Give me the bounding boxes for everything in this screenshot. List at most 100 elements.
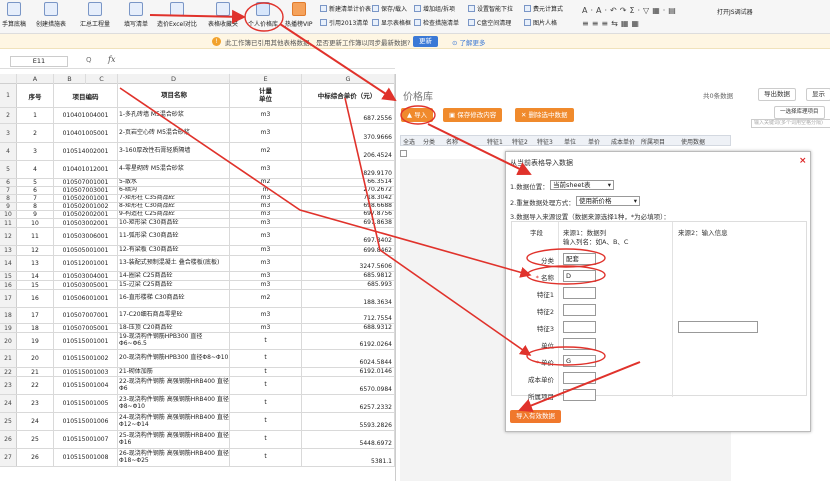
cell-code[interactable]: 010502001002 xyxy=(54,203,118,210)
cell-code[interactable]: 010502002001 xyxy=(54,211,118,218)
cell-name[interactable]: 22-现浇构件钢筋 高强钢筋HRB400 直径Φ6 xyxy=(118,377,230,394)
cell-name[interactable]: 16-直形楼梯 C30商品砼 xyxy=(118,290,230,307)
ribbon-button-excel-compare[interactable]: 造价Excel对比 xyxy=(157,2,197,28)
menu-2013-list[interactable]: 引用2013清单 xyxy=(320,18,368,27)
row-header[interactable]: 16 xyxy=(0,281,17,289)
cell-name[interactable]: 19-现浇构件钢筋HPB300 直径Φ6~Φ6.5 xyxy=(118,333,230,349)
cell-index[interactable]: 12 xyxy=(17,246,54,255)
cell-name[interactable]: 23-现浇构件钢筋 高强钢筋HRB400 直径Φ8~Φ10 xyxy=(118,395,230,412)
cell-name[interactable]: 24-现浇构件钢筋 高强钢筋HRB400 直径Φ12~Φ14 xyxy=(118,413,230,430)
field-column-input[interactable]: D xyxy=(563,270,596,282)
spreadsheet-grid[interactable]: A B C D E G 1 序号 项目编码 项目名称 计量 单位 中标综合单价（元… xyxy=(0,74,395,481)
cell-index[interactable]: 15 xyxy=(17,281,54,289)
ribbon-button-measures[interactable]: 创建措施表 xyxy=(36,2,66,28)
cell-index[interactable]: 26 xyxy=(17,449,54,466)
search-input[interactable]: 输入关键词(多个词用空格分隔) xyxy=(751,119,830,128)
cell-name[interactable]: 26-现浇构件钢筋 高强钢筋HRB400 直径Φ18~Φ25 xyxy=(118,449,230,466)
cell-index[interactable]: 22 xyxy=(17,377,54,394)
row-checkbox[interactable] xyxy=(400,150,407,157)
cell-price[interactable]: 5381.1 xyxy=(302,449,395,466)
cell-name[interactable]: 5-散水 xyxy=(118,179,230,186)
menu-formula[interactable]: 费元计算式 xyxy=(524,4,563,13)
cell-index[interactable]: 19 xyxy=(17,333,54,349)
cell-name[interactable]: 13-装配式预制混凝土 叠合楼板(底板) xyxy=(118,256,230,271)
cell-name[interactable]: 10-矩形梁 C30商品砼 xyxy=(118,219,230,227)
menu-picture[interactable]: 图片人格 xyxy=(524,18,557,27)
cell-unit[interactable]: m3 xyxy=(230,281,302,289)
cell-price[interactable]: 6257.2332 xyxy=(302,395,395,412)
cell-code[interactable]: 010515001007 xyxy=(54,431,118,448)
cell-price[interactable]: 6192.0146 xyxy=(302,368,395,376)
menu-show-frame[interactable]: 显示表格框 xyxy=(372,18,411,27)
cell-code[interactable]: 010515001005 xyxy=(54,395,118,412)
align-tools[interactable]: ≡≡≡⇆▦▦ xyxy=(582,19,642,28)
field-column-input[interactable] xyxy=(563,372,596,384)
cell-index[interactable]: 6 xyxy=(17,187,54,194)
cell-code[interactable]: 010515001003 xyxy=(54,368,118,376)
row-header[interactable]: 6 xyxy=(0,179,17,186)
cell-name[interactable]: 15-过梁 C25商品砼 xyxy=(118,281,230,289)
cell-code[interactable]: 010401005001 xyxy=(54,124,118,142)
ribbon-button-favorites[interactable]: 表格收藏夹 xyxy=(208,2,238,28)
cell-unit[interactable]: m2 xyxy=(230,290,302,307)
select-all-corner[interactable] xyxy=(0,74,17,84)
cell-index[interactable]: 23 xyxy=(17,395,54,412)
row-header[interactable]: 8 xyxy=(0,195,17,202)
cell-unit[interactable]: m2 xyxy=(230,179,302,186)
column-header-d[interactable]: D xyxy=(118,74,230,84)
cell-price[interactable]: 697.8638 xyxy=(302,219,395,227)
cell-index[interactable]: 24 xyxy=(17,413,54,430)
row-header[interactable]: 3 xyxy=(0,124,17,142)
cell-unit[interactable]: m3 xyxy=(230,256,302,271)
column-header-c[interactable]: C xyxy=(86,74,118,84)
cell-name[interactable]: 7-矩形柱 C35商品砼 xyxy=(118,195,230,202)
cell-name[interactable]: 25-现浇构件钢筋 高强钢筋HRB400 直径Φ16 xyxy=(118,431,230,448)
cell-unit[interactable]: m3 xyxy=(230,308,302,323)
menu-new-list[interactable]: 新建清单计价表 xyxy=(320,4,371,13)
cell-code[interactable]: 010515001002 xyxy=(54,350,118,367)
cell-unit[interactable]: t xyxy=(230,333,302,349)
menu-smart-dropdown[interactable]: 设置智能下拉 xyxy=(468,4,513,13)
cell-unit[interactable]: m xyxy=(230,187,302,194)
cell-index[interactable]: 10 xyxy=(17,219,54,227)
cell-name[interactable]: 17-C20细石商品零星砼 xyxy=(118,308,230,323)
field-column-input[interactable]: G xyxy=(563,355,596,367)
row-header[interactable]: 27 xyxy=(0,449,17,466)
header-cell-name[interactable]: 项目名称 xyxy=(118,84,230,107)
cell-price[interactable]: 688.9312 xyxy=(302,324,395,332)
select-all-checkbox-label[interactable]: 全选 xyxy=(403,137,415,146)
cell-price[interactable]: 6192.0264 xyxy=(302,333,395,349)
ribbon-button-price-library[interactable]: 个人价格库 xyxy=(248,2,278,28)
cell-unit[interactable]: m3 xyxy=(230,324,302,332)
cell-code[interactable]: 010401004001 xyxy=(54,108,118,123)
cell-price[interactable]: 206.4524 xyxy=(302,143,395,160)
cell-name[interactable]: 12-有梁板 C30商品砼 xyxy=(118,246,230,255)
cell-unit[interactable]: t xyxy=(230,377,302,394)
cell-code[interactable]: 010502001001 xyxy=(54,195,118,202)
cell-index[interactable]: 2 xyxy=(17,124,54,142)
column-header-e[interactable]: E xyxy=(230,74,302,84)
import-button[interactable]: ▲ 导入 xyxy=(401,108,434,122)
cell-code[interactable]: 010503004001 xyxy=(54,272,118,280)
field-column-input[interactable] xyxy=(563,321,596,333)
row-header[interactable]: 19 xyxy=(0,324,17,332)
name-box[interactable]: E11 xyxy=(10,56,68,67)
cell-code[interactable]: 010515001001 xyxy=(54,333,118,349)
cell-price[interactable]: 270.2672 xyxy=(302,187,395,194)
cell-name[interactable]: 4-零星砌砖 M5混合砂浆 xyxy=(118,161,230,178)
ribbon-button-fill-list[interactable]: 填写清单 xyxy=(124,2,148,28)
cell-index[interactable]: 20 xyxy=(17,350,54,367)
header-cell-code[interactable]: 项目编码 xyxy=(54,84,118,107)
cell-code[interactable]: 010515001004 xyxy=(54,377,118,394)
cell-name[interactable]: 2-页岩空心砖 M5混合砂浆 xyxy=(118,124,230,142)
row-header[interactable]: 18 xyxy=(0,308,17,323)
row-header[interactable]: 7 xyxy=(0,187,17,194)
cell-code[interactable]: 010507007001 xyxy=(54,308,118,323)
cell-index[interactable]: 11 xyxy=(17,228,54,245)
cell-index[interactable]: 5 xyxy=(17,179,54,186)
cell-price[interactable]: 699.8462 xyxy=(302,246,395,255)
cell-index[interactable]: 7 xyxy=(17,195,54,202)
cell-price[interactable]: 685.993 xyxy=(302,281,395,289)
header-cell-price[interactable]: 中标综合单价（元） xyxy=(302,84,395,107)
menu-add-group[interactable]: 增加组/拆项 xyxy=(414,4,455,13)
